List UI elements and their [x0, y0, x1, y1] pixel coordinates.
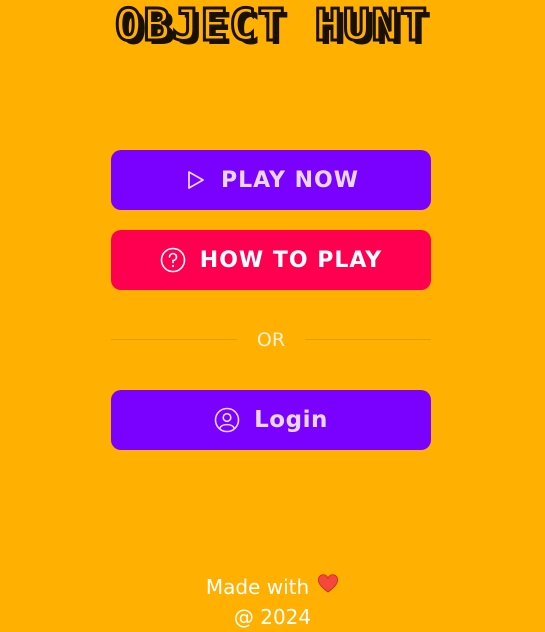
title-outline: OBJECT HUNT: [115, 0, 428, 51]
app-title: OBJECT HUNT OBJECT HUNT: [114, 0, 432, 55]
divider-line-right: [305, 339, 431, 340]
or-divider: OR: [111, 327, 431, 353]
play-now-button[interactable]: PLAY NOW: [111, 150, 431, 210]
login-button[interactable]: Login: [111, 390, 431, 450]
question-circle-icon: [160, 247, 186, 273]
heart-icon: [317, 572, 339, 602]
footer-made-with-row: Made with: [0, 572, 545, 602]
play-now-label: PLAY NOW: [220, 167, 360, 193]
how-to-play-button[interactable]: HOW TO PLAY: [111, 230, 431, 290]
made-with-text: Made with: [205, 575, 310, 599]
how-to-play-label: HOW TO PLAY: [199, 247, 383, 273]
user-circle-icon: [214, 407, 240, 433]
footer-year: @ 2024: [233, 605, 312, 629]
divider-text: OR: [256, 329, 286, 351]
footer: Made with @ 2024: [0, 572, 545, 632]
play-icon: [183, 168, 207, 192]
login-label: Login: [254, 407, 328, 433]
